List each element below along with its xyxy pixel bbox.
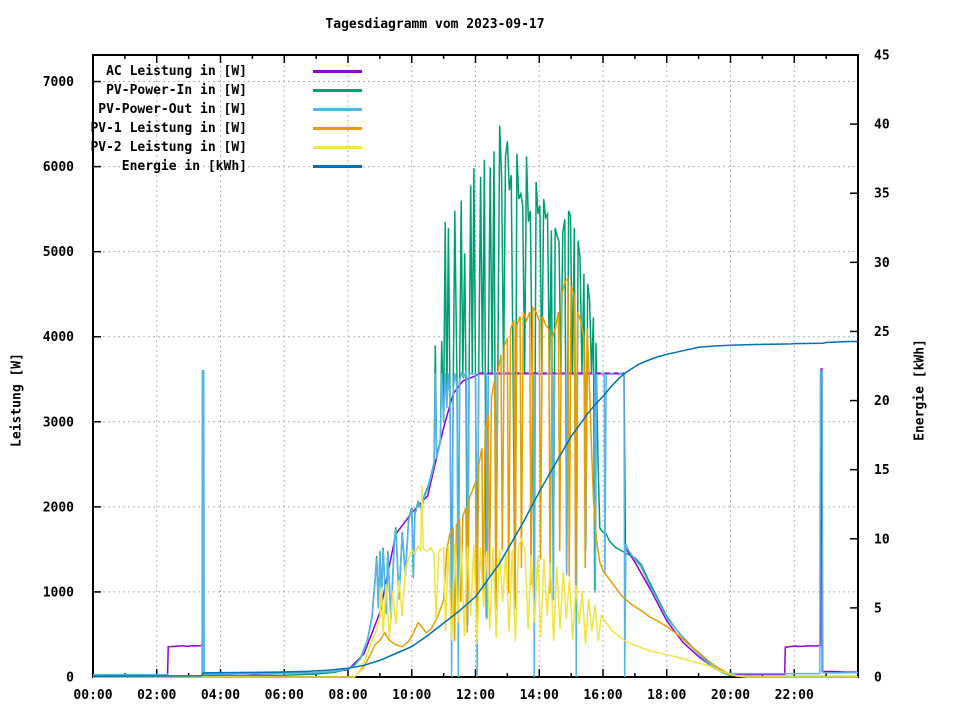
- x-tick-label: 22:00: [775, 688, 814, 703]
- y-left-tick-label: 3000: [43, 415, 74, 430]
- legend-item: PV-1 Leistung in [W]: [0, 119, 362, 138]
- x-tick-label: 10:00: [392, 688, 431, 703]
- legend-item: PV-Power-Out in [W]: [0, 100, 362, 119]
- y-right-tick-label: 30: [874, 256, 890, 271]
- legend-label: AC Leistung in [W]: [106, 64, 247, 79]
- legend-item: PV-2 Leistung in [W]: [0, 138, 362, 157]
- x-tick-label: 20:00: [711, 688, 750, 703]
- legend-swatch: [313, 127, 362, 130]
- x-tick-label: 18:00: [647, 688, 686, 703]
- x-tick-label: 08:00: [328, 688, 367, 703]
- x-tick-label: 02:00: [137, 688, 176, 703]
- legend-swatch: [313, 165, 362, 168]
- x-tick-label: 04:00: [201, 688, 240, 703]
- y-right-tick-label: 5: [874, 601, 882, 616]
- chart-title: Tagesdiagramm vom 2023-09-17: [0, 17, 870, 32]
- y-right-tick-label: 25: [874, 325, 890, 340]
- y-axis-label-left: Leistung [W]: [10, 353, 25, 447]
- x-tick-label: 16:00: [583, 688, 622, 703]
- legend-item: AC Leistung in [W]: [0, 62, 362, 81]
- y-left-tick-label: 5000: [43, 245, 74, 260]
- legend: AC Leistung in [W] PV-Power-In in [W] PV-P…: [0, 62, 362, 176]
- legend-label: PV-Power-In in [W]: [106, 83, 247, 98]
- legend-swatch: [313, 146, 362, 149]
- y-right-tick-label: 35: [874, 187, 890, 202]
- legend-swatch: [313, 89, 362, 92]
- legend-swatch: [313, 108, 362, 111]
- y-right-tick-label: 15: [874, 463, 890, 478]
- legend-swatch: [313, 70, 362, 73]
- legend-label: PV-1 Leistung in [W]: [90, 121, 247, 136]
- x-tick-label: 00:00: [73, 688, 112, 703]
- y-left-tick-label: 0: [66, 671, 74, 686]
- y-right-tick-label: 0: [874, 671, 882, 686]
- y-right-tick-label: 45: [874, 49, 890, 64]
- x-tick-label: 14:00: [520, 688, 559, 703]
- tagesdiagramm-chart: 00:00 02:00 04:00 06:00 08:00 10:00 12:00 14:00…: [0, 0, 960, 720]
- legend-item: PV-Power-In in [W]: [0, 81, 362, 100]
- y-right-tick-label: 10: [874, 532, 890, 547]
- x-tick-label: 12:00: [456, 688, 495, 703]
- y-axis-label-right: Energie [kWh]: [913, 339, 928, 441]
- legend-label: PV-Power-Out in [W]: [98, 102, 247, 117]
- y-left-tick-label: 1000: [43, 585, 74, 600]
- y-right-tick-label: 40: [874, 118, 890, 133]
- legend-item: Energie in [kWh]: [0, 157, 362, 176]
- y-left-tick-label: 2000: [43, 500, 74, 515]
- legend-label: Energie in [kWh]: [122, 159, 247, 174]
- x-tick-label: 06:00: [265, 688, 304, 703]
- y-left-tick-label: 4000: [43, 330, 74, 345]
- y-right-tick-label: 20: [874, 394, 890, 409]
- legend-label: PV-2 Leistung in [W]: [90, 140, 247, 155]
